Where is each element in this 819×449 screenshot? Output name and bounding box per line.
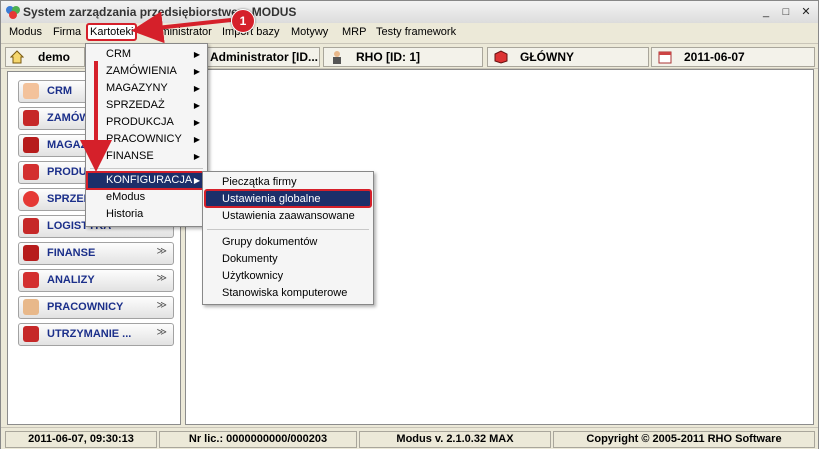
app-window: System zarządzania przedsiębiorstwem MOD… xyxy=(0,0,819,449)
arrow-to-kartoteki xyxy=(131,11,232,44)
annotation-arrows xyxy=(80,11,232,172)
step-badge: 1 xyxy=(231,9,255,33)
